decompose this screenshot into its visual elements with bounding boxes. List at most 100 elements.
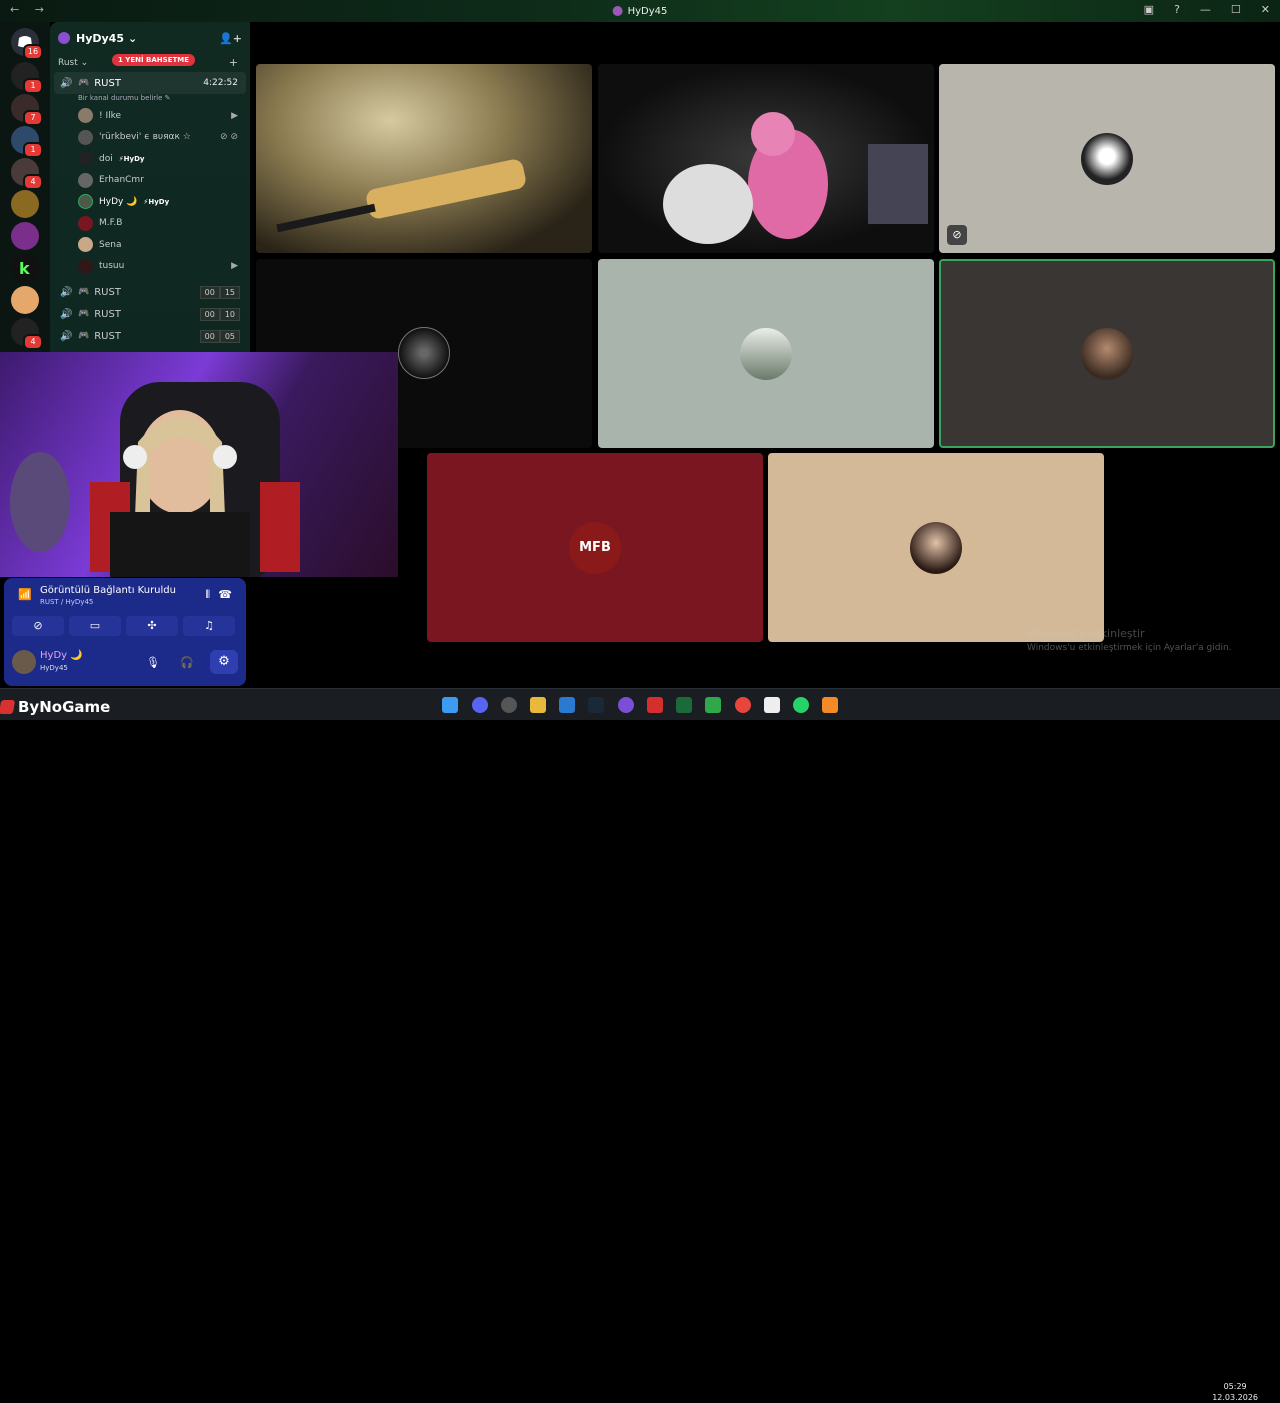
badge: 1 [23,142,43,158]
app-icon[interactable] [618,697,634,713]
microphone-icon[interactable]: 🎙 [146,656,160,669]
server-icon[interactable] [11,286,39,314]
connection-location[interactable]: RUST / HyDy45 [40,598,93,606]
start-icon[interactable] [442,697,458,713]
video-tile-cat[interactable]: ⊘ [939,64,1275,253]
voice-channel[interactable]: 🔊 🎮 RUST 00 15 [50,281,250,303]
channel-category[interactable]: Rust ⌄ 1 YENİ BAHSETME + [50,54,250,72]
guitar-video [276,159,526,233]
noise-icon[interactable]: ⫴ [205,588,210,602]
server-list: 16 1 7 1 4 k 4 [0,22,50,352]
avatar [78,258,93,274]
voice-channel-active[interactable]: 🔊 🎮 RUST 4:22:52 [54,72,246,94]
server-icon [612,6,623,16]
play-icon[interactable] [705,697,721,713]
server-header[interactable]: HyDy45 ⌄ 👤+ [50,22,250,54]
back-arrow-icon[interactable]: ← [10,3,25,16]
gamepad-icon: 🎮 [78,287,90,297]
add-member-icon[interactable]: 👤+ [219,32,242,45]
member-name: doi [99,153,113,164]
voice-member[interactable]: Sena [50,234,250,256]
disconnect-icon[interactable]: ☎ [218,588,232,601]
speaker-icon: 🔊 [60,330,73,342]
app-icon[interactable] [501,697,517,713]
add-channel-icon[interactable]: + [229,56,238,69]
member-name: Sena [99,239,122,250]
video-tile-bear[interactable] [598,64,934,253]
headphones-icon[interactable]: 🎧 [180,656,194,669]
voice-member[interactable]: HyDy 🌙 ⚡HyDy [50,191,250,213]
chrome-icon[interactable] [735,697,751,713]
voice-channel[interactable]: 🔊 🎮 RUST 00 10 [50,303,250,325]
avatar [78,151,93,167]
server-tag: ⚡HyDy [143,197,170,206]
capcut-icon[interactable] [764,697,780,713]
discord-home-icon[interactable]: 16 [11,28,43,60]
minimize-icon[interactable]: — [1200,3,1211,16]
avatar [1081,327,1133,380]
settings-gear-icon[interactable]: ⚙ [210,650,238,674]
video-tile-guitar[interactable] [256,64,592,253]
gamepad-icon: 🎮 [78,331,90,341]
video-tile-mfb[interactable]: MFB [427,453,763,642]
soundboard-button[interactable]: ♫ [183,616,235,636]
user-subtext: HyDy45 [40,664,68,672]
voice-member[interactable]: M.F.B [50,213,250,235]
badge: 4 [23,334,43,350]
system-clock[interactable]: 05:29 12.03.2026 [1212,1381,1258,1403]
folder-icon[interactable] [530,697,546,713]
server-icon[interactable] [11,190,39,218]
maximize-icon[interactable]: ☐ [1231,3,1241,16]
inbox-icon[interactable]: ▣ [1144,3,1154,16]
screen-share-button[interactable]: ▭ [69,616,121,636]
svg-text:k: k [19,259,30,278]
user-limit-value: 05 [219,329,240,343]
badge: 4 [23,174,43,190]
server-icon[interactable] [11,222,39,250]
app-icon[interactable] [647,697,663,713]
video-tile-speaking[interactable] [939,259,1275,448]
user-limit: 00 15 [199,285,240,299]
video-off-icon: ⊘ [947,225,967,245]
member-name: tusuu [99,261,125,272]
channel-status[interactable]: Bir kanal durumu belirle ✎ [50,94,250,105]
gamepad-icon: 🎮 [78,309,90,319]
voice-panel: 📶 Görüntülü Bağlantı Kuruldu RUST / HyDy… [4,578,246,686]
app-icon[interactable] [676,697,692,713]
voice-member[interactable]: ErhanCmr [50,170,250,192]
mention-pill[interactable]: 1 YENİ BAHSETME [112,54,196,66]
server-icon[interactable]: 4 [11,158,43,190]
whatsapp-icon[interactable] [793,697,809,713]
video-tile-sena[interactable] [768,453,1104,642]
voice-member[interactable]: 'rürkbevi' ϵ вυяαк ☆ ⊘ ⊘ [50,127,250,149]
help-icon[interactable]: ? [1174,3,1180,16]
voice-member[interactable]: tusuu ▶ [50,256,250,278]
channel-status-text: Bir kanal durumu belirle [78,94,163,102]
store-icon[interactable] [559,697,575,713]
video-tile-erhan[interactable] [598,259,934,448]
username: HyDy 🌙 [40,650,83,661]
voice-channel[interactable]: 🔊 🎮 RUST 00 05 [50,325,250,347]
camera-off-button[interactable]: ⊘ [12,616,64,636]
user-count: 00 [199,285,220,299]
avatar[interactable] [12,650,36,674]
server-icon[interactable]: 1 [11,62,43,94]
forward-arrow-icon[interactable]: → [35,3,50,16]
steam-icon[interactable] [588,697,604,713]
discord-icon[interactable] [472,697,488,713]
server-icon[interactable]: 1 [11,126,43,158]
server-icon[interactable]: 4 [11,318,43,350]
voice-member[interactable]: doi ⚡HyDy [50,148,250,170]
server-icon[interactable]: k [11,254,39,282]
avatar [78,172,93,188]
close-icon[interactable]: ✕ [1261,3,1270,16]
voice-member[interactable]: ! Ilke ▶ [50,105,250,127]
nav-arrows[interactable]: ← → [10,3,50,16]
muted-icons: ⊘ ⊘ [220,132,238,143]
server-tag: ⚡HyDy [118,154,145,163]
server-icon[interactable]: 7 [11,94,43,126]
activities-button[interactable]: ✣ [126,616,178,636]
channel-sidebar: HyDy45 ⌄ 👤+ Rust ⌄ 1 YENİ BAHSETME + 🔊 🎮… [50,22,250,352]
chevron-down-icon: ⌄ [128,31,138,45]
app-icon[interactable] [822,697,838,713]
